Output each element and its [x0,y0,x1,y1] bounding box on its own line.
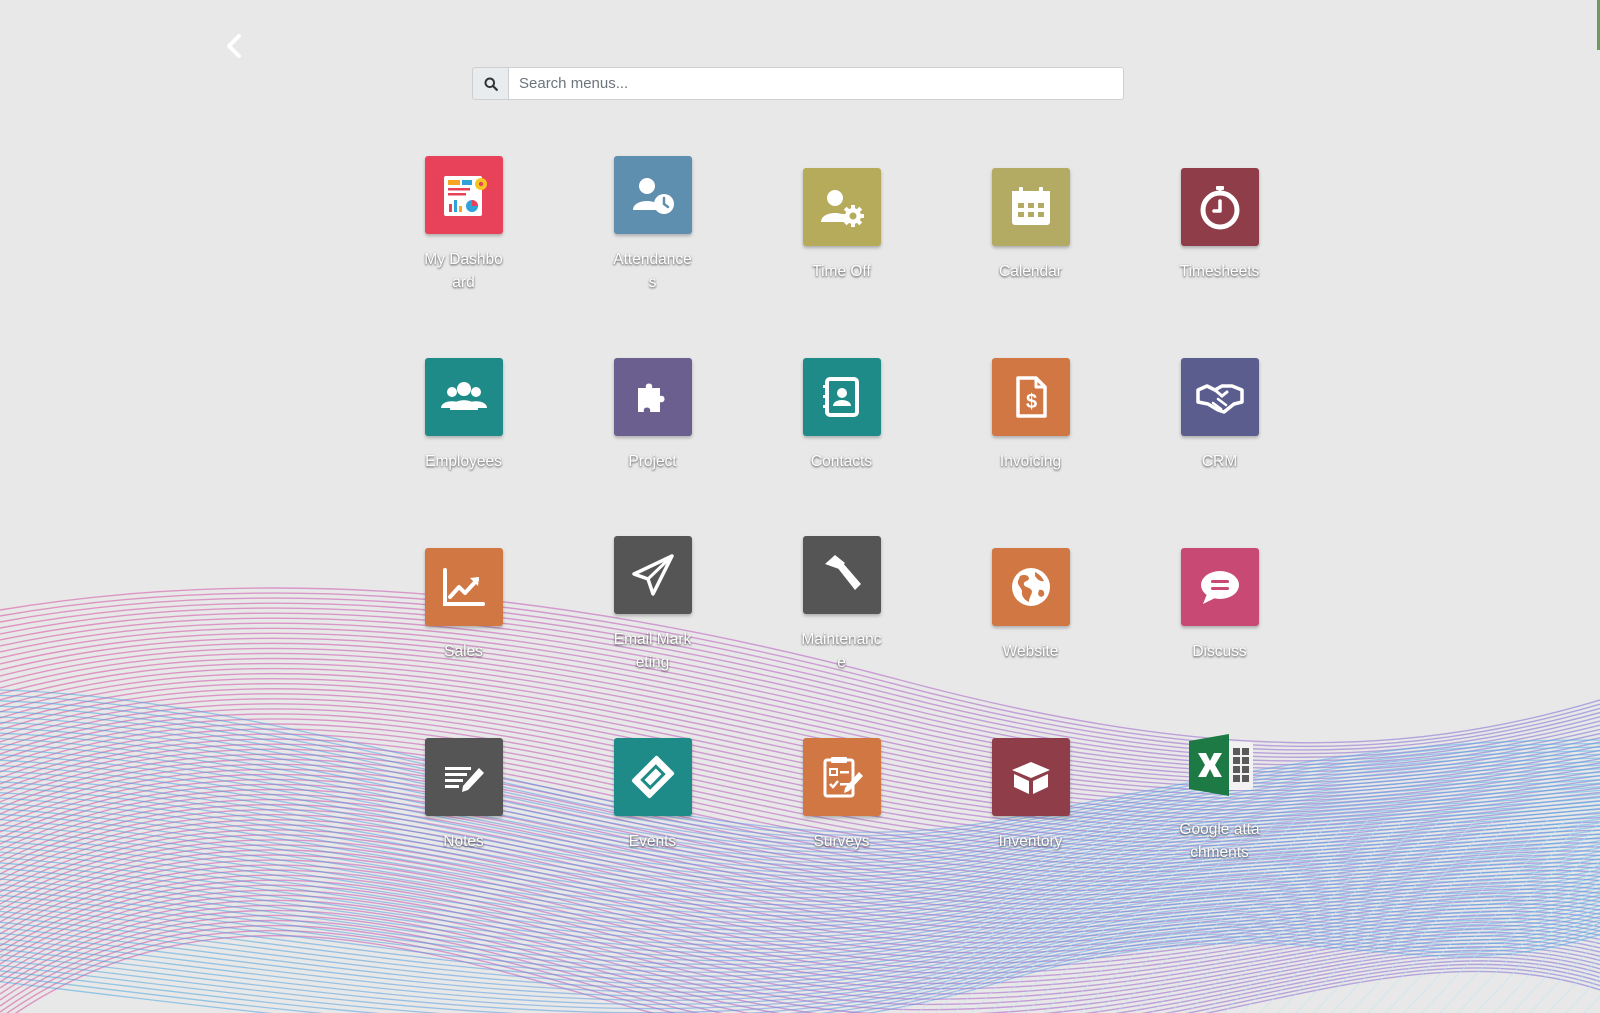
app-icon-tile [991,547,1070,626]
employees-icon [440,381,487,410]
app-label: Sales [444,642,483,660]
dashboard-icon [443,176,487,216]
app-label: Maintenance [801,631,882,671]
app-icon-tile [802,167,881,246]
app-icon-tile [424,357,503,436]
app-icon-tile [424,737,503,816]
app-icon-tile [802,737,881,816]
app-label: Inventory [998,832,1063,850]
stopwatch-icon [1200,185,1239,229]
calendar-icon [1011,186,1050,225]
app-label: Google attachments [1179,821,1260,861]
app-icon-tile [613,536,692,614]
paper-plane-icon [631,554,674,596]
app-label: CRM [1201,452,1238,470]
app-my-dashboard[interactable]: My Dashboard [369,140,558,310]
app-label: Attendances [613,251,692,291]
app-icon-tile [802,536,881,614]
globe-icon [1011,567,1050,606]
ticket-icon [631,755,674,798]
app-calendar[interactable]: Calendar [936,140,1125,310]
app-website[interactable]: Website [936,520,1125,690]
app-label: Notes [443,832,484,850]
invoice-icon: $ [1015,375,1047,418]
attendance-icon [632,178,674,214]
app-sales[interactable]: Sales [369,520,558,690]
app-surveys[interactable]: Surveys [747,710,936,880]
app-icon-tile [613,156,692,234]
app-label: Discuss [1192,642,1247,660]
app-invoicing[interactable]: $ Invoicing [936,330,1125,500]
app-icon-tile [991,167,1070,246]
app-icon-tile [1180,357,1259,436]
app-label: Time Off [812,262,871,280]
search-bar [472,67,1124,100]
app-notes[interactable]: Notes [369,710,558,880]
app-label: Invoicing [999,452,1062,470]
hammer-icon [824,555,861,590]
chat-bubble-icon [1200,570,1239,604]
app-icon-tile [613,357,692,436]
app-icon-tile [424,156,503,234]
app-grid: My Dashboard Attendances Time Off Calend… [369,140,1314,900]
app-icon-tile [802,357,881,436]
sales-chart-icon [442,567,485,606]
app-label: Events [628,832,677,850]
app-icon-tile [1180,167,1259,246]
app-project[interactable]: Project [558,330,747,500]
app-icon-tile [424,547,503,626]
app-icon-tile [613,737,692,816]
survey-icon [823,756,863,797]
back-button[interactable] [218,30,248,62]
excel-icon [1188,734,1253,796]
app-crm[interactable]: CRM [1125,330,1314,500]
app-label: Contacts [810,452,873,470]
app-label: Website [1002,642,1059,660]
app-timesheets[interactable]: Timesheets [1125,140,1314,310]
app-attendances[interactable]: Attendances [558,140,747,310]
contacts-icon [822,376,859,417]
app-icon-tile [991,737,1070,816]
svg-text:$: $ [1025,391,1036,413]
app-time-off[interactable]: Time Off [747,140,936,310]
app-icon-tile [1181,726,1259,804]
app-label: Project [628,452,677,470]
app-label: Employees [425,452,502,470]
app-label: My Dashboard [424,251,503,291]
chevron-left-icon [227,34,241,58]
search-button[interactable] [472,67,508,100]
search-icon [484,77,498,91]
time-off-icon [820,189,864,227]
puzzle-icon [637,383,664,412]
app-events[interactable]: Events [558,710,747,880]
app-icon-tile: $ [991,357,1070,436]
app-inventory[interactable]: Inventory [936,710,1125,880]
notes-icon [444,766,484,792]
app-label: Surveys [813,832,870,850]
app-contacts[interactable]: Contacts [747,330,936,500]
app-google-attachments[interactable]: Google attachments [1125,710,1314,880]
box-icon [1011,761,1050,794]
app-icon-tile [1180,547,1259,626]
app-label: Timesheets [1179,262,1260,280]
app-label: Calendar [999,262,1062,280]
app-label: Email Marketing [613,631,692,671]
app-maintenance[interactable]: Maintenance [747,520,936,690]
handshake-icon [1195,383,1244,414]
app-employees[interactable]: Employees [369,330,558,500]
app-discuss[interactable]: Discuss [1125,520,1314,690]
search-input[interactable] [508,67,1124,100]
app-email-marketing[interactable]: Email Marketing [558,520,747,690]
